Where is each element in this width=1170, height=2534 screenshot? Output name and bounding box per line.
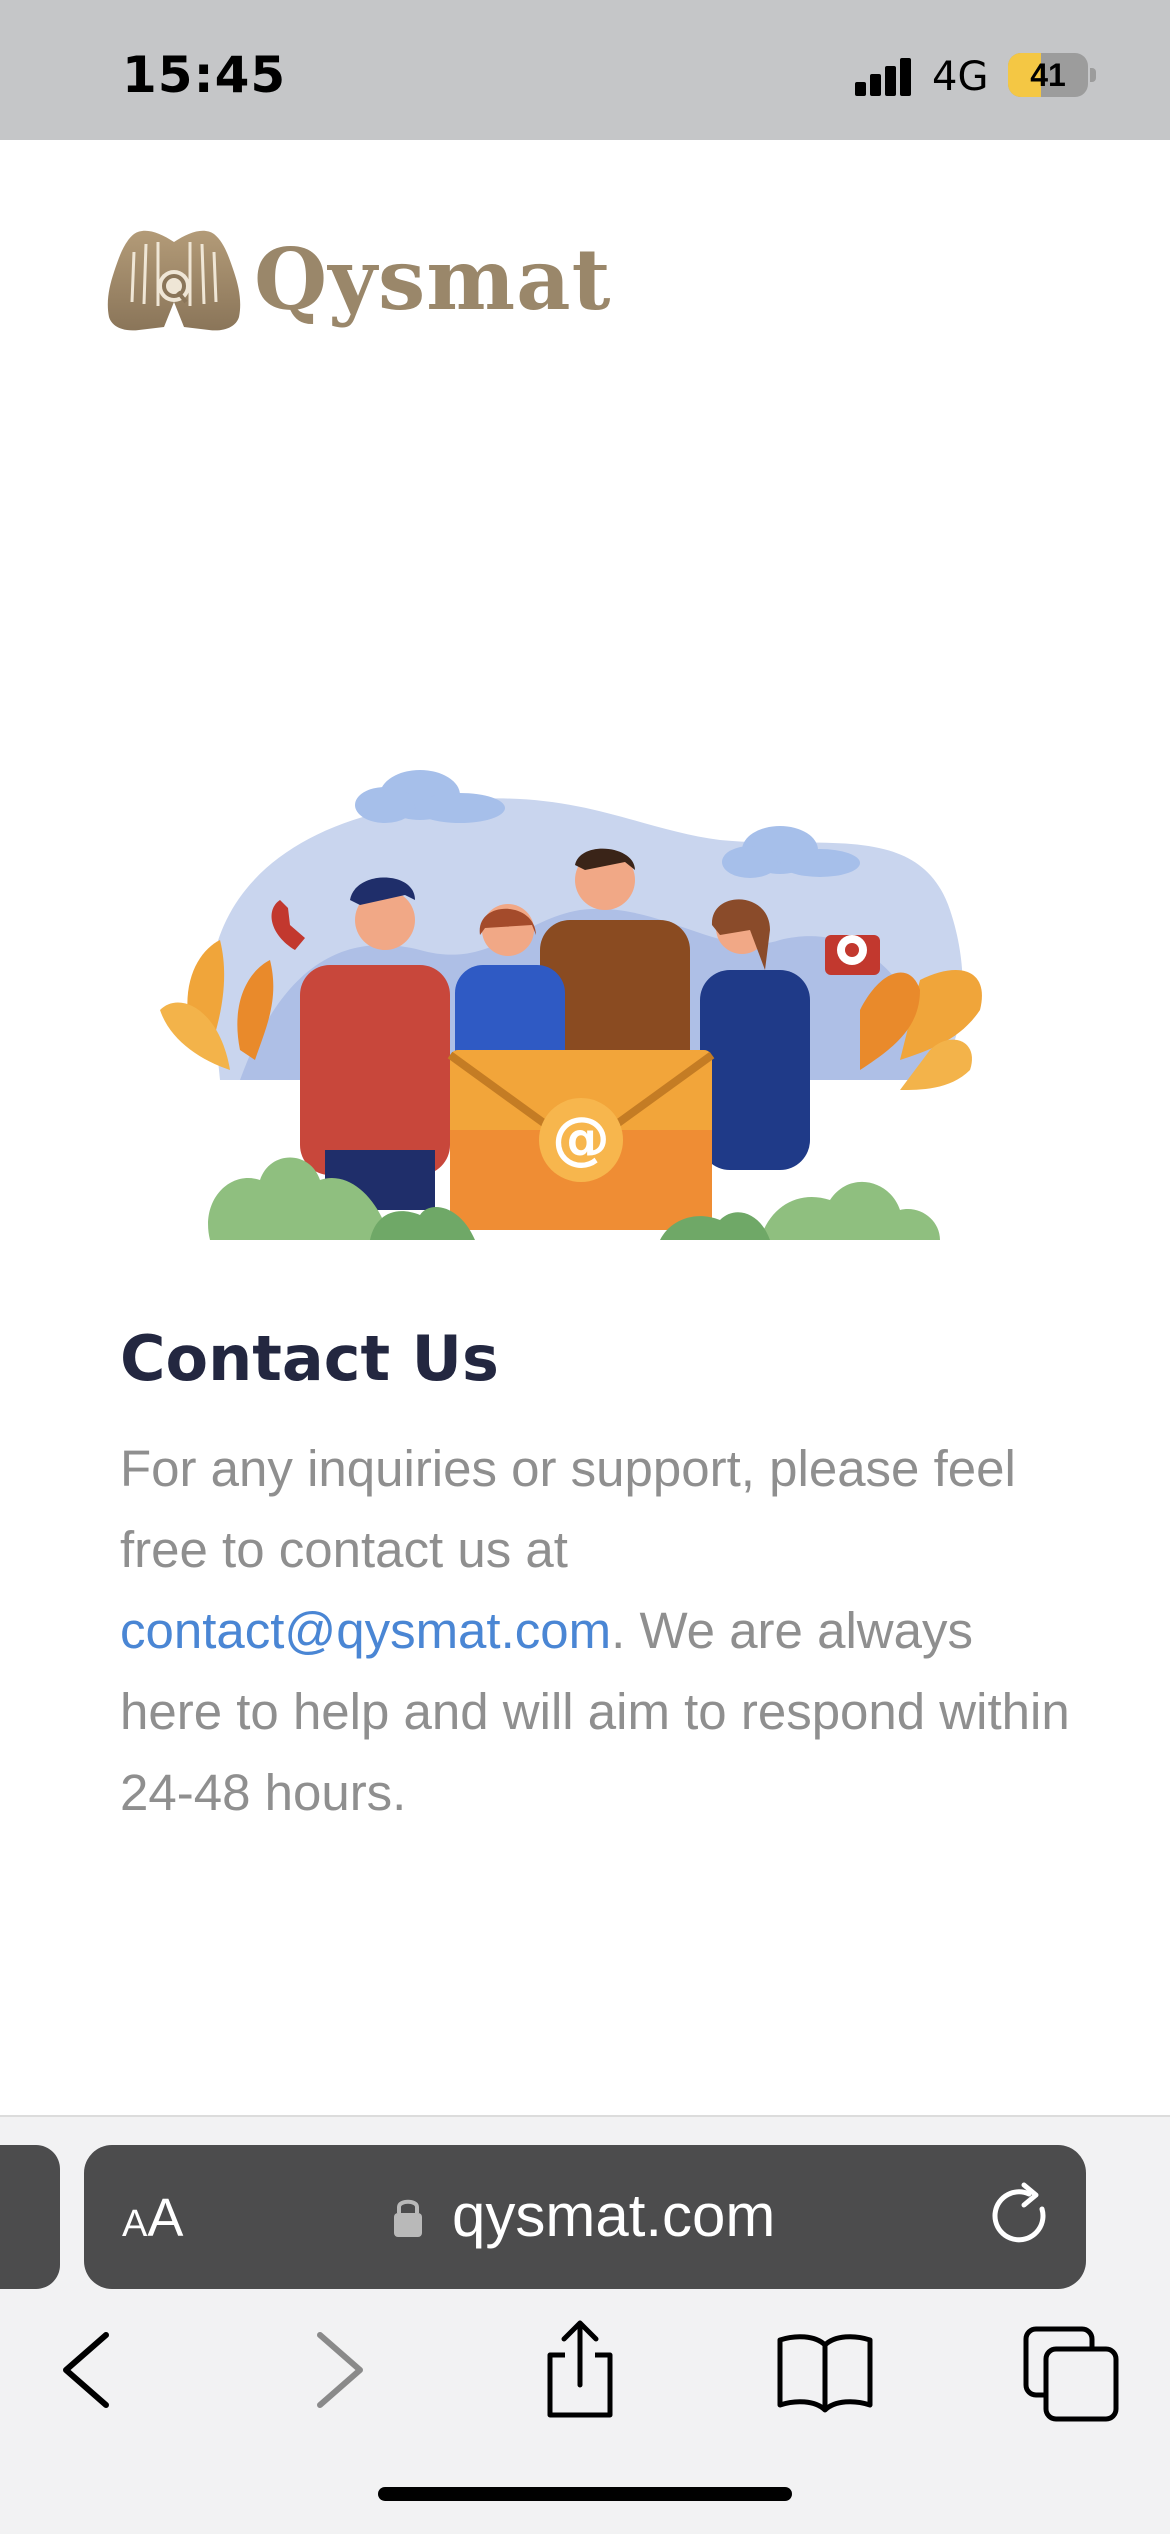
email-envelope-icon: @ bbox=[447, 1050, 715, 1230]
network-label: 4G bbox=[932, 54, 989, 100]
reload-icon[interactable] bbox=[984, 2179, 1060, 2255]
address-bar[interactable]: AA qysmat.com bbox=[84, 2145, 1086, 2289]
contact-title: Contact Us bbox=[120, 1322, 499, 1395]
forward-icon[interactable] bbox=[280, 2315, 400, 2425]
contact-description: For any inquiries or support, please fee… bbox=[120, 1428, 1080, 1833]
reader-settings-button[interactable]: AA bbox=[122, 2187, 183, 2249]
browser-toolbar: AA qysmat.com bbox=[0, 2115, 1170, 2534]
battery-cap bbox=[1090, 68, 1096, 82]
signal-icon bbox=[855, 56, 915, 96]
bush-right bbox=[760, 1181, 940, 1240]
back-icon[interactable] bbox=[26, 2315, 146, 2425]
tabs-icon[interactable] bbox=[1012, 2315, 1132, 2425]
previous-tab-preview[interactable] bbox=[0, 2145, 60, 2289]
lock-icon bbox=[394, 2199, 422, 2237]
status-time: 15:45 bbox=[122, 46, 287, 104]
bookmarks-icon[interactable] bbox=[765, 2315, 885, 2425]
aa-small: A bbox=[122, 2203, 148, 2245]
contact-email-link[interactable]: contact@qysmat.com bbox=[120, 1602, 611, 1659]
aa-large: A bbox=[147, 2188, 184, 2248]
cloud-left bbox=[355, 770, 505, 823]
cloud-right bbox=[722, 826, 860, 878]
home-indicator bbox=[378, 2487, 792, 2501]
share-icon[interactable] bbox=[520, 2315, 640, 2425]
contact-illustration: @ bbox=[160, 770, 982, 1240]
url-text[interactable]: qysmat.com bbox=[452, 2181, 775, 2250]
status-bar: 15:45 4G 41 bbox=[0, 0, 1170, 140]
battery-icon: 41 bbox=[1008, 53, 1088, 97]
praying-hands-icon bbox=[107, 230, 241, 331]
contact-text-before: For any inquiries or support, please fee… bbox=[120, 1440, 1016, 1578]
battery-level: 41 bbox=[1030, 57, 1066, 93]
svg-text:@: @ bbox=[552, 1104, 610, 1172]
rotary-phone-icon bbox=[825, 935, 880, 975]
site-logo[interactable]: Qysmat bbox=[104, 222, 610, 342]
logo-text: Qysmat bbox=[254, 230, 612, 329]
